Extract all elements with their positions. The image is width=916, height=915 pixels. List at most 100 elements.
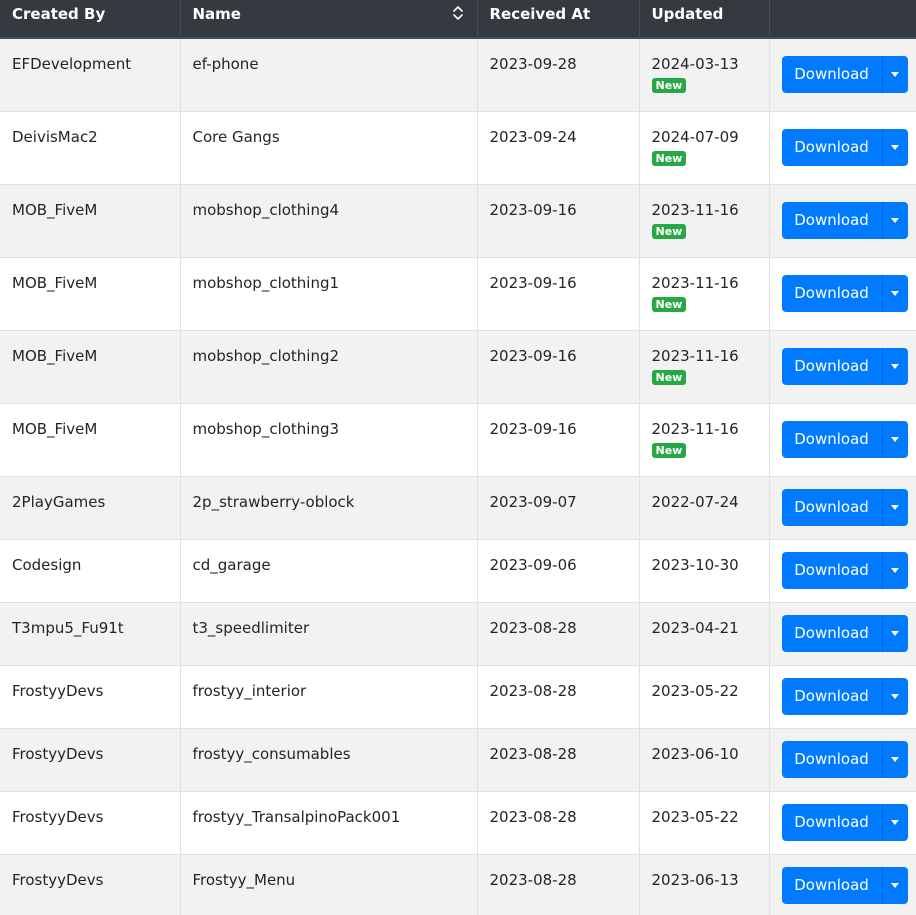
new-badge: New [651,296,687,312]
new-badge: New [651,223,687,239]
table-row: Codesign cd_garage 2023-09-06 2023-10-30… [0,538,916,602]
download-button[interactable]: Download [781,741,882,778]
cell-created-by: FrostyyDevs [0,727,181,791]
cell-name: mobshop_clothing1 [180,256,478,330]
header-created-by[interactable]: Created By [0,0,181,39]
cell-received-at: 2023-09-06 [477,538,640,602]
cell-name: 2p_strawberry-oblock [180,475,478,539]
cell-created-by: DeivisMac2 [0,110,181,184]
download-button[interactable]: Download [781,552,882,589]
download-button-group: Download [781,489,908,526]
sort-icon[interactable] [451,5,465,21]
download-dropdown-toggle[interactable] [881,678,908,715]
updated-date: 2023-11-16 [651,200,739,219]
download-button[interactable]: Download [781,56,882,94]
cell-created-by: MOB_FiveM [0,256,181,330]
caret-down-icon [891,505,899,510]
download-dropdown-toggle[interactable] [881,56,908,94]
download-dropdown-toggle[interactable] [881,552,908,589]
updated-date: 2023-11-16 [651,273,739,292]
header-updated[interactable]: Updated [639,0,770,39]
download-button-group: Download [781,348,908,385]
cell-actions: Download [769,402,916,476]
download-button[interactable]: Download [781,678,882,715]
download-button[interactable]: Download [781,489,882,526]
download-dropdown-toggle[interactable] [881,275,908,312]
cell-received-at: 2023-09-16 [477,256,640,330]
cell-actions: Download [769,110,916,184]
caret-down-icon [891,364,899,369]
download-button[interactable]: Download [781,804,882,841]
download-button-group: Download [781,867,908,905]
cell-name: Frostyy_Menu [180,853,478,915]
download-button-group: Download [781,275,908,312]
cell-name: Core Gangs [180,110,478,184]
cell-received-at: 2023-09-24 [477,110,640,184]
cell-created-by: FrostyyDevs [0,664,181,728]
cell-actions: Download [769,853,916,915]
table-row: FrostyyDevs Frostyy_Menu 2023-08-28 2023… [0,853,916,915]
cell-created-by: T3mpu5_Fu91t [0,601,181,665]
updated-date: 2024-07-09 [651,127,739,146]
updated-date: 2023-05-22 [651,681,739,700]
cell-updated: 2024-03-13 New [639,37,770,111]
cell-updated: 2023-11-16 New [639,256,770,330]
download-button-group: Download [781,421,908,458]
download-dropdown-toggle[interactable] [881,741,908,778]
header-received-at[interactable]: Received At [477,0,640,39]
caret-down-icon [891,694,899,699]
caret-down-icon [891,72,899,78]
download-dropdown-toggle[interactable] [881,129,908,166]
download-dropdown-toggle[interactable] [881,804,908,841]
download-dropdown-toggle[interactable] [881,867,908,905]
download-button[interactable]: Download [781,275,882,312]
updated-date: 2023-11-16 [651,346,739,365]
cell-received-at: 2023-08-28 [477,727,640,791]
cell-created-by: FrostyyDevs [0,790,181,854]
cell-updated: 2023-04-21 [639,601,770,665]
table-row: T3mpu5_Fu91t t3_speedlimiter 2023-08-28 … [0,601,916,665]
updated-date: 2023-06-13 [651,870,739,889]
download-button-group: Download [781,678,908,715]
download-button[interactable]: Download [781,421,882,458]
caret-down-icon [891,218,899,223]
cell-actions: Download [769,329,916,403]
download-dropdown-toggle[interactable] [881,348,908,385]
header-name-label: Name [192,5,241,23]
download-dropdown-toggle[interactable] [881,615,908,652]
download-dropdown-toggle[interactable] [881,202,908,239]
new-badge: New [651,150,687,166]
download-button-group: Download [781,129,908,166]
cell-received-at: 2023-09-16 [477,183,640,257]
table-row: EFDevelopment ef-phone 2023-09-28 2024-0… [0,37,916,111]
table-row: MOB_FiveM mobshop_clothing2 2023-09-16 2… [0,329,916,403]
cell-created-by: EFDevelopment [0,37,181,111]
download-button[interactable]: Download [781,615,882,652]
table-row: 2PlayGames 2p_strawberry-oblock 2023-09-… [0,475,916,539]
download-button[interactable]: Download [781,202,882,239]
table-row: FrostyyDevs frostyy_interior 2023-08-28 … [0,664,916,728]
cell-actions: Download [769,664,916,728]
cell-actions: Download [769,256,916,330]
updated-date: 2023-10-30 [651,555,739,574]
cell-name: mobshop_clothing2 [180,329,478,403]
cell-updated: 2023-06-10 [639,727,770,791]
download-dropdown-toggle[interactable] [881,421,908,458]
download-button[interactable]: Download [781,129,882,166]
updated-date: 2023-06-10 [651,744,739,763]
header-name[interactable]: Name [180,0,478,39]
table-row: MOB_FiveM mobshop_clothing4 2023-09-16 2… [0,183,916,257]
table-row: FrostyyDevs frostyy_consumables 2023-08-… [0,727,916,791]
download-button[interactable]: Download [781,867,882,905]
cell-updated: 2023-05-22 [639,790,770,854]
download-dropdown-toggle[interactable] [881,489,908,526]
cell-actions: Download [769,727,916,791]
cell-updated: 2022-07-24 [639,475,770,539]
table-row: DeivisMac2 Core Gangs 2023-09-24 2024-07… [0,110,916,184]
cell-name: ef-phone [180,37,478,111]
cell-updated: 2023-11-16 New [639,402,770,476]
download-button[interactable]: Download [781,348,882,385]
cell-actions: Download [769,37,916,111]
updated-date: 2022-07-24 [651,492,739,511]
cell-received-at: 2023-08-28 [477,853,640,915]
